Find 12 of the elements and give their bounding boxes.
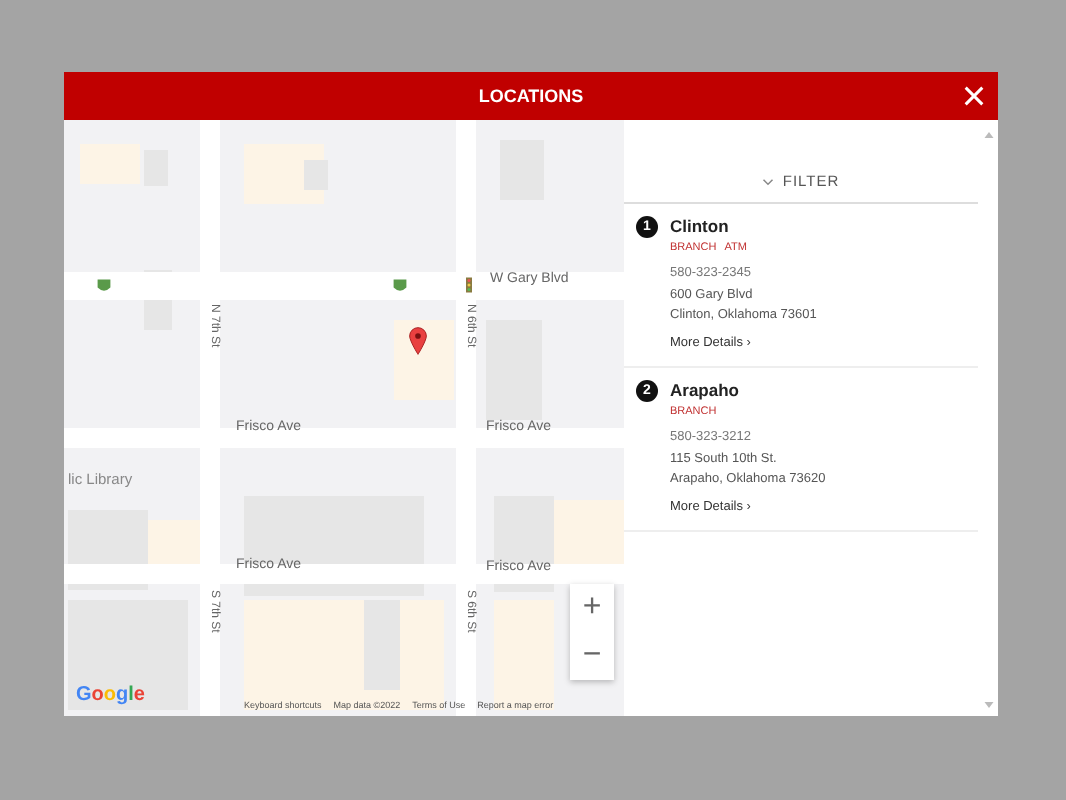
map-pin-icon[interactable] — [408, 326, 428, 356]
highway-shield-icon — [96, 278, 112, 294]
location-name: Clinton — [670, 216, 731, 236]
zoom-button[interactable]: − — [570, 632, 614, 680]
close-icon[interactable] — [964, 86, 984, 106]
map-logo: Google — [76, 684, 145, 706]
chevron-down-icon — [762, 177, 775, 185]
traffic-light-icon — [466, 276, 472, 294]
dialog-title: LOCATIONS — [478, 86, 584, 106]
zoom-button[interactable]: + — [570, 584, 614, 632]
location-name: Arapaho — [670, 380, 741, 400]
highway-shield-icon — [392, 278, 408, 294]
